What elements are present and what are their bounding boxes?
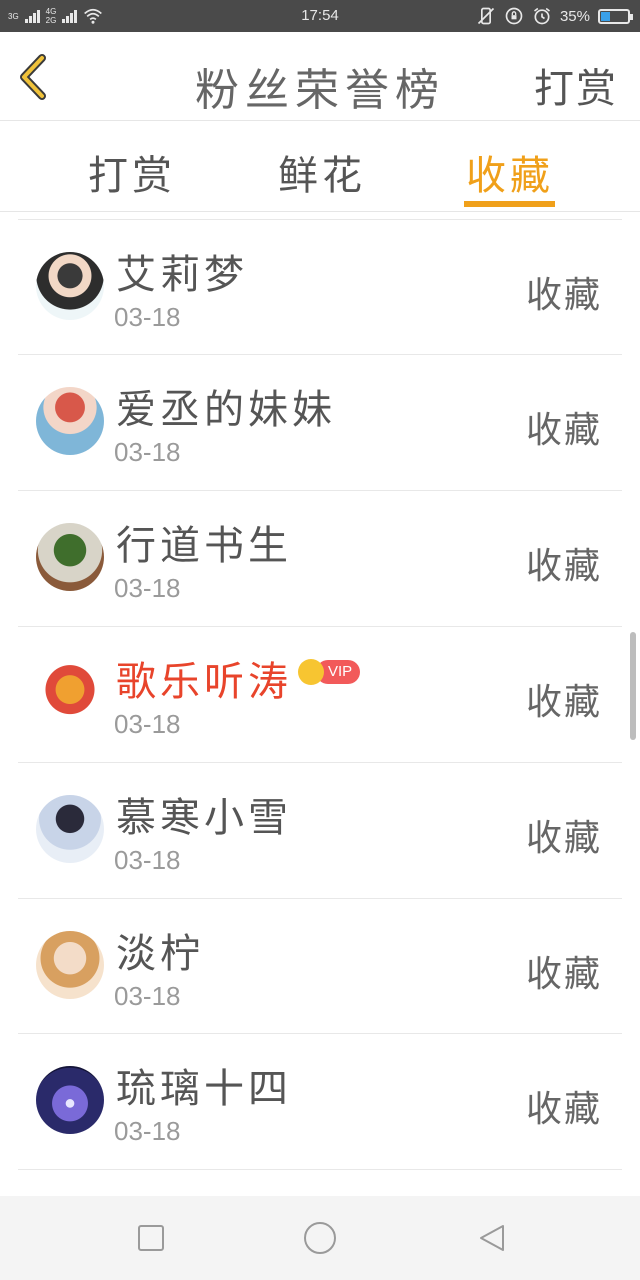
fan-date: 03-18 (114, 845, 181, 875)
fan-name: 歌乐听涛 (116, 659, 292, 705)
fan-date: 03-18 (114, 437, 181, 467)
avatar (36, 1066, 104, 1134)
recent-apps-button[interactable] (129, 1216, 173, 1260)
tab-favorites[interactable]: 收藏 (466, 143, 554, 201)
crown-icon (298, 659, 324, 685)
list-item[interactable]: 琉璃十四 03-18 收藏 (18, 1033, 622, 1169)
avatar (36, 795, 104, 863)
back-button[interactable] (470, 1216, 514, 1260)
avatar (36, 931, 104, 999)
favorite-label: 收藏 (525, 682, 602, 723)
favorite-label: 收藏 (525, 275, 602, 316)
list-item[interactable]: 行道书生 03-18 收藏 (18, 490, 622, 626)
favorite-label: 收藏 (525, 546, 602, 587)
battery-fill (601, 11, 610, 21)
status-bar: 3G 4G 2G 17:54 35% (0, 0, 640, 32)
tab-active-indicator (464, 201, 555, 207)
avatar (36, 387, 104, 455)
circle-icon (304, 1222, 336, 1254)
fan-name: 琉璃十四 (116, 1066, 292, 1112)
square-icon (138, 1225, 164, 1251)
rotation-lock-icon (505, 7, 523, 25)
fan-date: 03-18 (114, 709, 181, 739)
fan-list: 艾莉梦 03-18 收藏 爱丞的妹妹 03-18 收藏 行道书生 03-18 收… (0, 212, 640, 1196)
fan-name: 艾莉梦 (116, 252, 248, 298)
status-icons: 35% (476, 5, 633, 27)
vip-badge: VIP (298, 659, 361, 685)
fan-name: 慕寒小雪 (116, 795, 292, 841)
list-item[interactable]: 慕寒小雪 03-18 收藏 (18, 762, 622, 898)
avatar (36, 523, 104, 591)
vibrate-off-icon (477, 7, 495, 25)
avatar (36, 659, 104, 727)
favorite-label: 收藏 (525, 1089, 602, 1130)
fan-name: 爱丞的妹妹 (116, 387, 336, 433)
fan-date: 03-18 (114, 1116, 181, 1146)
favorite-label: 收藏 (525, 818, 602, 859)
tab-flowers[interactable]: 鲜花 (278, 143, 366, 201)
fan-name: 行道书生 (116, 523, 292, 569)
tab-tip[interactable]: 打赏 (88, 143, 176, 201)
list-item[interactable] (18, 1169, 622, 1196)
alarm-icon (533, 7, 550, 25)
list-item[interactable]: 艾莉梦 03-18 收藏 (18, 219, 622, 355)
triangle-back-icon (480, 1225, 504, 1251)
system-nav-bar (0, 1196, 640, 1280)
fan-date: 03-18 (114, 302, 181, 332)
tip-button[interactable]: 打赏 (534, 56, 618, 114)
fan-name: 淡柠 (116, 931, 204, 977)
fan-date: 03-18 (114, 981, 181, 1011)
list-item[interactable]: 歌乐听涛 VIP 03-18 收藏 (18, 626, 622, 762)
battery-icon (598, 8, 633, 24)
home-button[interactable] (298, 1216, 342, 1260)
battery-percent: 35% (559, 7, 590, 25)
list-item[interactable]: 淡柠 03-18 收藏 (18, 898, 622, 1034)
scrollbar[interactable] (630, 632, 636, 740)
fan-date: 03-18 (114, 573, 181, 603)
tab-bar: 打赏 鲜花 收藏 (0, 121, 640, 212)
avatar (36, 252, 104, 320)
header: 粉丝荣誉榜 打赏 (0, 32, 640, 121)
favorite-label: 收藏 (525, 954, 602, 995)
list-item[interactable]: 爱丞的妹妹 03-18 收藏 (18, 354, 622, 490)
favorite-label: 收藏 (525, 410, 602, 451)
